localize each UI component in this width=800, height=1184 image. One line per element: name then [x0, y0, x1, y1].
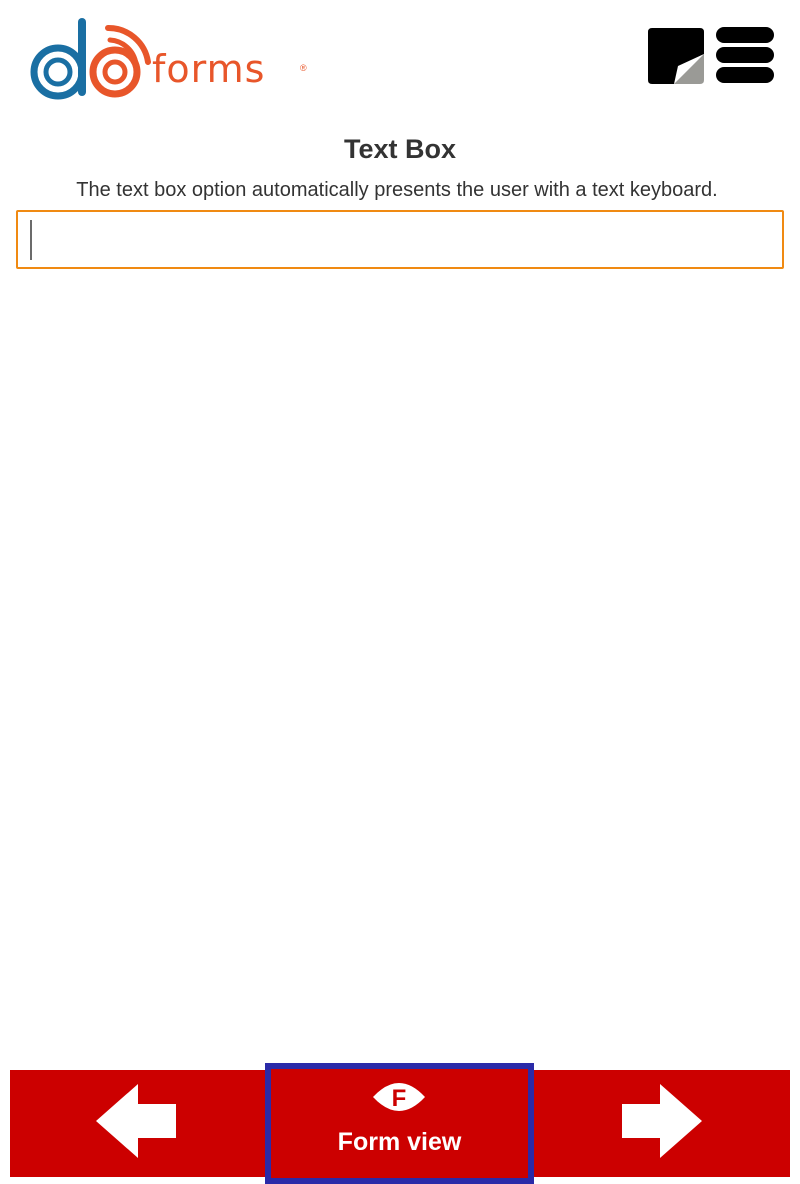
logo-wordmark: forms [152, 47, 266, 91]
notes-button[interactable] [648, 28, 704, 84]
text-cursor [30, 220, 32, 260]
sticky-note-icon [648, 28, 704, 84]
form-view-label: Form view [337, 1128, 462, 1156]
previous-button[interactable] [10, 1070, 268, 1177]
next-button[interactable] [532, 1070, 790, 1177]
form-view-eye-icon: F [373, 1083, 425, 1112]
form-view-icon-letter: F [392, 1085, 407, 1112]
text-box-input[interactable] [16, 210, 784, 269]
arrow-right-icon [622, 1084, 702, 1158]
app-screen: forms ® Text Box The text box option aut… [0, 0, 800, 1184]
doforms-logo: forms ® [28, 14, 307, 100]
arrow-left-icon [96, 1084, 176, 1158]
field-title: Text Box [343, 134, 457, 164]
form-view-button[interactable]: F Form view [265, 1063, 534, 1184]
logo-registered-mark: ® [300, 63, 307, 73]
menu-button[interactable] [716, 27, 774, 84]
field-hint: The text box option automatically presen… [76, 179, 718, 201]
